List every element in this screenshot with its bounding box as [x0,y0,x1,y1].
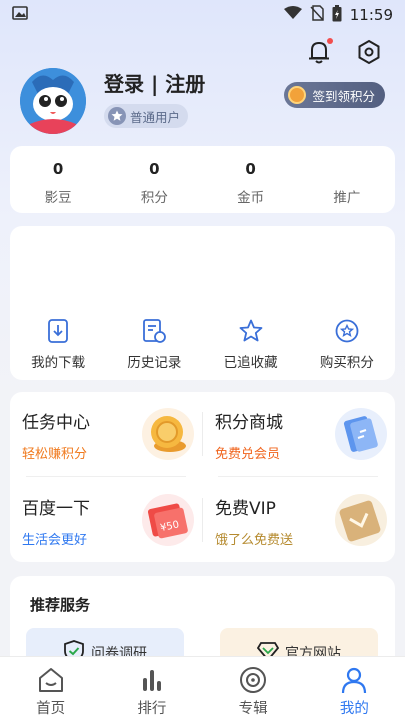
stat-yingdou[interactable]: 0 影豆 [10,146,106,213]
tab-label: 我的 [339,701,369,717]
stat-points[interactable]: 0 积分 [106,146,202,213]
tool-label: 历史记录 [127,355,182,371]
ranking-icon [137,665,167,695]
stat-value: 0 [149,160,160,178]
checkin-button[interactable]: 签到领积分 [284,82,385,108]
baidu-tile[interactable]: 百度一下 生活会更好 ¥50 [10,478,202,562]
user-level-label: 普通用户 [130,109,181,125]
download-icon [45,318,71,344]
wifi-icon [283,6,302,24]
stat-label: 推广 [333,190,361,206]
services-title: 推荐服务 [30,596,91,614]
profile-header: 登录 | 注册 普通用户 签到领积分 [20,66,385,146]
tool-history[interactable]: 历史记录 [106,318,202,371]
tool-label: 我的下载 [31,355,86,371]
history-icon [141,318,167,344]
task-subtitle: 轻松赚积分 [22,447,88,462]
top-actions [305,38,383,66]
tools-card: 我的下载 历史记录 已追收藏 购买积分 [10,226,395,380]
vip-card-icon [333,492,389,548]
tab-label: 首页 [36,701,66,717]
stat-label: 金币 [237,190,265,206]
points-mall-tile[interactable]: 积分商城 免费兑会员 [203,392,395,476]
tool-label: 已追收藏 [223,355,278,371]
task-title: 任务中心 [22,413,90,433]
stat-value: 0 [52,160,64,178]
stat-value [299,160,395,180]
tab-ranking[interactable]: 排行 [101,657,202,720]
task-subtitle: 免费兑会员 [215,447,281,462]
settings-icon[interactable] [355,38,383,66]
coin-icon [288,86,307,104]
stat-value: 0 [245,160,256,178]
buy-points-icon [334,318,360,344]
task-title: 百度一下 [22,499,90,519]
promo-grid: 任务中心 轻松赚积分 积分商城 免费兑会员 百度一下 生活会更好 ¥50 免费V… [10,392,395,562]
notification-dot [327,38,333,44]
no-sim-icon [310,5,324,25]
tool-my-downloads[interactable]: 我的下载 [10,318,106,371]
stat-promotion[interactable]: 推广 [299,146,395,213]
task-subtitle: 饿了么免费送 [215,533,294,548]
user-icon [339,665,369,695]
tab-mine[interactable]: 我的 [304,657,405,720]
level-star-icon [108,107,126,125]
star-icon [238,318,264,344]
bottom-tab-bar: 首页 排行 专辑 我的 [0,656,405,720]
divider [218,476,378,477]
login-register-link[interactable]: 登录 | 注册 [104,68,205,97]
free-vip-tile[interactable]: 免费VIP 饿了么免费送 [203,478,395,562]
status-bar: 11:59 [0,0,405,30]
tool-buy-points[interactable]: 购买积分 [299,318,395,371]
tab-label: 专辑 [238,701,268,717]
stat-label: 积分 [140,190,168,206]
album-icon [238,665,268,695]
coupon-icon: ¥50 [140,492,196,548]
tab-album[interactable]: 专辑 [203,657,304,720]
task-title: 免费VIP [215,499,276,519]
status-time: 11:59 [349,6,393,24]
checkin-label: 签到领积分 [312,88,375,104]
tool-favorites[interactable]: 已追收藏 [203,318,299,371]
image-notification-icon [12,6,28,24]
stats-card: 0 影豆 0 积分 0 金币 推广 [10,146,395,213]
gold-coin-icon [140,406,196,462]
home-icon [36,665,66,695]
battery-icon [332,4,342,26]
tab-home[interactable]: 首页 [0,657,101,720]
stat-label: 影豆 [44,190,72,206]
task-title: 积分商城 [215,413,283,433]
task-subtitle: 生活会更好 [22,533,88,548]
user-level-badge: 普通用户 [104,104,189,128]
notification-bell-icon[interactable] [305,38,333,66]
tab-label: 排行 [137,701,167,717]
task-center-tile[interactable]: 任务中心 轻松赚积分 [10,392,202,476]
card-exchange-icon [333,406,389,462]
divider [26,476,186,477]
avatar[interactable] [20,68,86,134]
tool-label: 购买积分 [319,355,374,371]
stat-coins[interactable]: 0 金币 [203,146,299,213]
